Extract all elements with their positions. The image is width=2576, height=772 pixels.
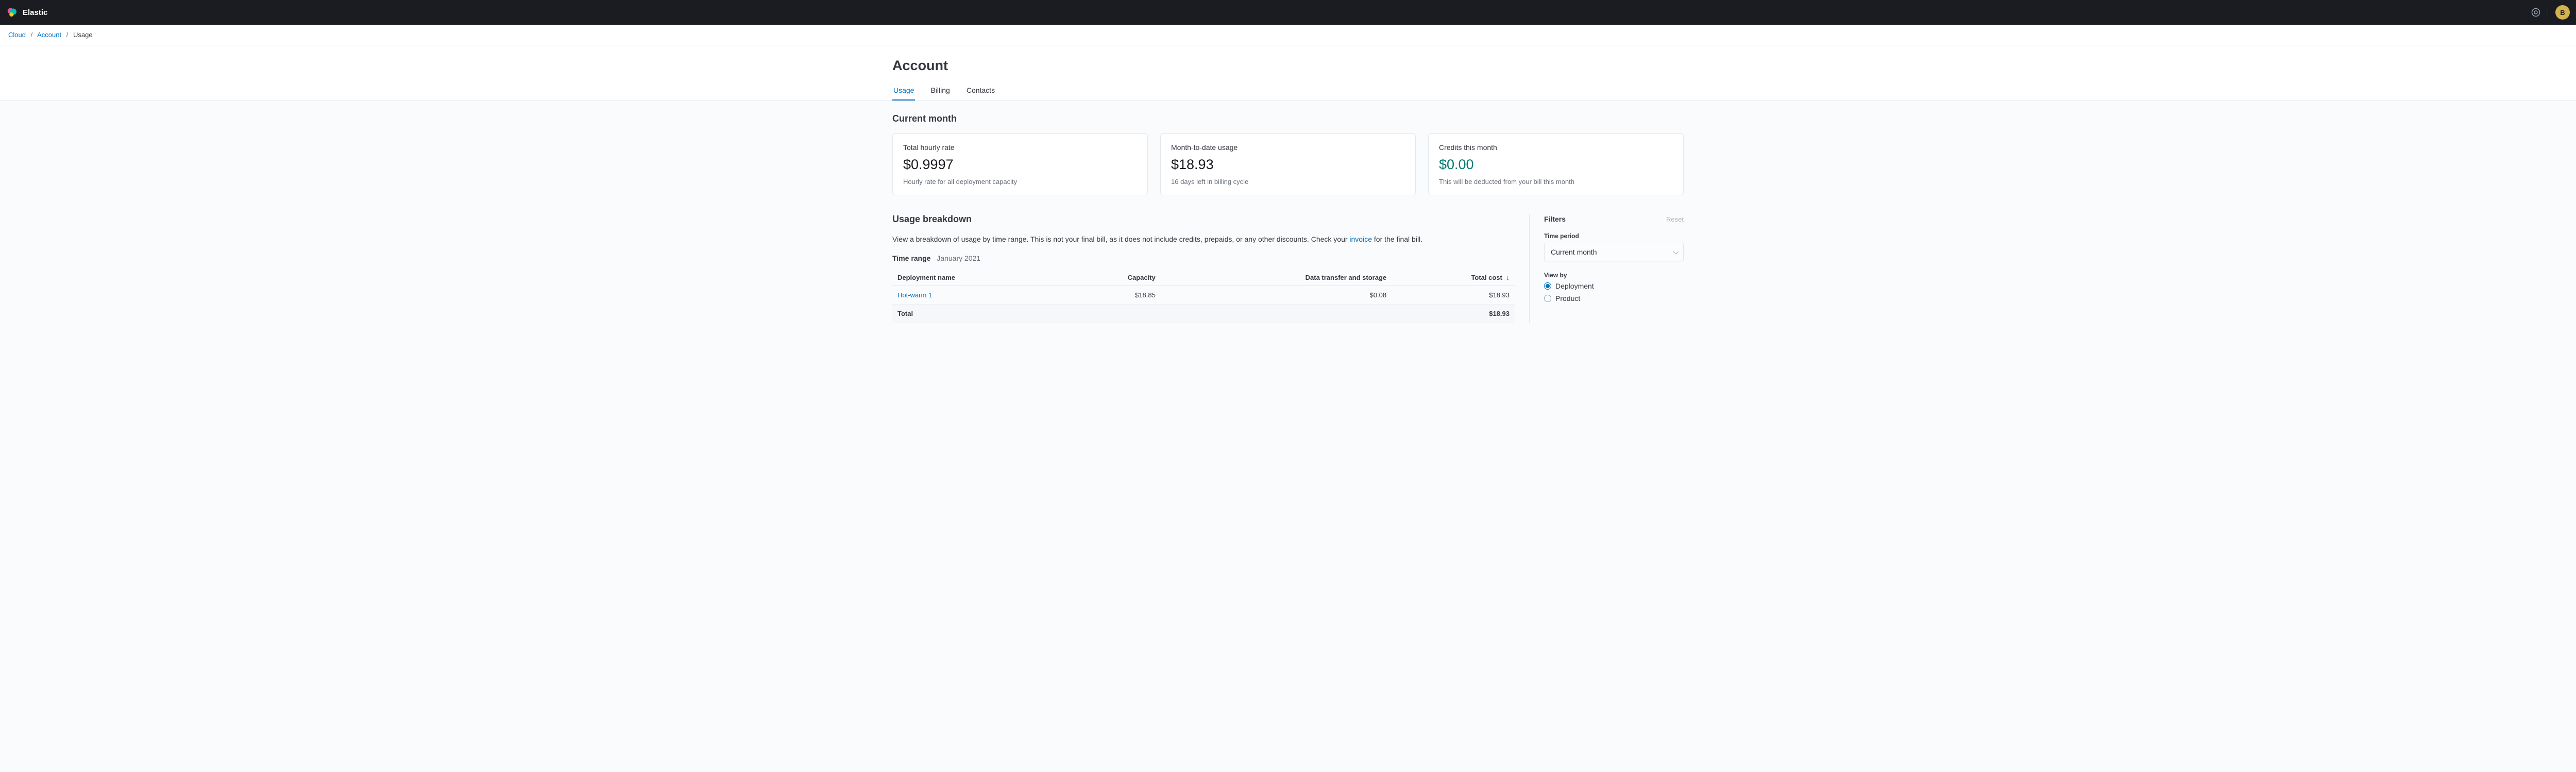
col-capacity[interactable]: Capacity bbox=[1064, 270, 1160, 286]
stat-card-mtd-usage: Month-to-date usage $18.93 16 days left … bbox=[1160, 133, 1416, 195]
page-title: Account bbox=[892, 45, 1684, 81]
col-data-transfer[interactable]: Data transfer and storage bbox=[1161, 270, 1392, 286]
view-by-deployment[interactable]: Deployment bbox=[1544, 282, 1684, 290]
stat-value: $0.00 bbox=[1439, 157, 1673, 173]
deployment-link[interactable]: Hot-warm 1 bbox=[897, 291, 932, 299]
total-value: $18.93 bbox=[1392, 305, 1515, 323]
breadcrumb-sep: / bbox=[66, 31, 69, 39]
radio-label: Deployment bbox=[1555, 282, 1594, 290]
tab-billing[interactable]: Billing bbox=[929, 81, 951, 100]
header-left: Elastic bbox=[6, 7, 47, 18]
filters-reset[interactable]: Reset bbox=[1666, 215, 1684, 223]
breadcrumb: Cloud / Account / Usage bbox=[0, 25, 2576, 45]
help-icon[interactable] bbox=[2531, 8, 2540, 17]
breadcrumb-cloud[interactable]: Cloud bbox=[8, 31, 26, 39]
filters-header: Filters Reset bbox=[1544, 215, 1684, 223]
filters-title: Filters bbox=[1544, 215, 1566, 223]
stat-value: $0.9997 bbox=[903, 157, 1137, 173]
stat-label: Credits this month bbox=[1439, 143, 1673, 152]
cell-total: $18.93 bbox=[1392, 286, 1515, 305]
stat-value: $18.93 bbox=[1171, 157, 1405, 173]
breakdown-row: Usage breakdown View a breakdown of usag… bbox=[892, 214, 1684, 323]
stat-card-credits: Credits this month $0.00 This will be de… bbox=[1428, 133, 1684, 195]
main-content: Current month Total hourly rate $0.9997 … bbox=[876, 101, 1700, 348]
breadcrumb-current: Usage bbox=[73, 31, 93, 39]
time-period-select-wrap: Current month ⌵ bbox=[1544, 243, 1684, 261]
stat-sub: Hourly rate for all deployment capacity bbox=[903, 178, 1137, 186]
view-by-label: View by bbox=[1544, 272, 1684, 279]
invoice-link[interactable]: invoice bbox=[1349, 235, 1372, 243]
filters-panel: Filters Reset Time period Current month … bbox=[1529, 214, 1684, 323]
stat-cards: Total hourly rate $0.9997 Hourly rate fo… bbox=[892, 133, 1684, 195]
desc-pre: View a breakdown of usage by time range.… bbox=[892, 235, 1349, 243]
header-right: B bbox=[2531, 5, 2570, 20]
table-total-row: Total $18.93 bbox=[892, 305, 1515, 323]
brand-name: Elastic bbox=[23, 8, 47, 17]
usage-breakdown-heading: Usage breakdown bbox=[892, 214, 1515, 225]
time-period-select[interactable]: Current month bbox=[1544, 243, 1684, 261]
radio-icon bbox=[1544, 282, 1551, 290]
app-header: Elastic B bbox=[0, 0, 2576, 25]
time-range-label: Time range bbox=[892, 254, 930, 262]
tab-contacts[interactable]: Contacts bbox=[965, 81, 996, 100]
breadcrumb-sep: / bbox=[31, 31, 33, 39]
usage-table: Deployment name Capacity Data transfer a… bbox=[892, 270, 1515, 323]
time-range-value: January 2021 bbox=[937, 254, 980, 262]
table-row: Hot-warm 1 $18.85 $0.08 $18.93 bbox=[892, 286, 1515, 305]
current-month-heading: Current month bbox=[892, 113, 1684, 124]
breakdown-left: Usage breakdown View a breakdown of usag… bbox=[892, 214, 1529, 323]
tabs: Usage Billing Contacts bbox=[892, 81, 1684, 100]
time-period-label: Time period bbox=[1544, 232, 1684, 240]
page-title-band: Account Usage Billing Contacts bbox=[0, 45, 2576, 101]
elastic-logo-icon bbox=[6, 7, 18, 18]
breakdown-description: View a breakdown of usage by time range.… bbox=[892, 234, 1515, 245]
col-deployment-name[interactable]: Deployment name bbox=[892, 270, 1064, 286]
stat-card-hourly-rate: Total hourly rate $0.9997 Hourly rate fo… bbox=[892, 133, 1148, 195]
stat-sub: 16 days left in billing cycle bbox=[1171, 178, 1405, 186]
cell-dts: $0.08 bbox=[1161, 286, 1392, 305]
stat-label: Total hourly rate bbox=[903, 143, 1137, 152]
total-label: Total bbox=[892, 305, 1064, 323]
stat-label: Month-to-date usage bbox=[1171, 143, 1405, 152]
desc-post: for the final bill. bbox=[1372, 235, 1422, 243]
col-total-cost[interactable]: Total cost ↓ bbox=[1392, 270, 1515, 286]
col-total-cost-label: Total cost bbox=[1471, 274, 1502, 281]
sort-desc-icon: ↓ bbox=[1506, 274, 1510, 281]
cell-capacity: $18.85 bbox=[1064, 286, 1160, 305]
radio-icon bbox=[1544, 295, 1551, 302]
tab-usage[interactable]: Usage bbox=[892, 81, 915, 100]
breadcrumb-account[interactable]: Account bbox=[37, 31, 61, 39]
stat-sub: This will be deducted from your bill thi… bbox=[1439, 178, 1673, 186]
user-avatar[interactable]: B bbox=[2555, 5, 2570, 20]
time-range-line: Time range January 2021 bbox=[892, 254, 1515, 262]
view-by-product[interactable]: Product bbox=[1544, 294, 1684, 303]
radio-label: Product bbox=[1555, 294, 1580, 303]
